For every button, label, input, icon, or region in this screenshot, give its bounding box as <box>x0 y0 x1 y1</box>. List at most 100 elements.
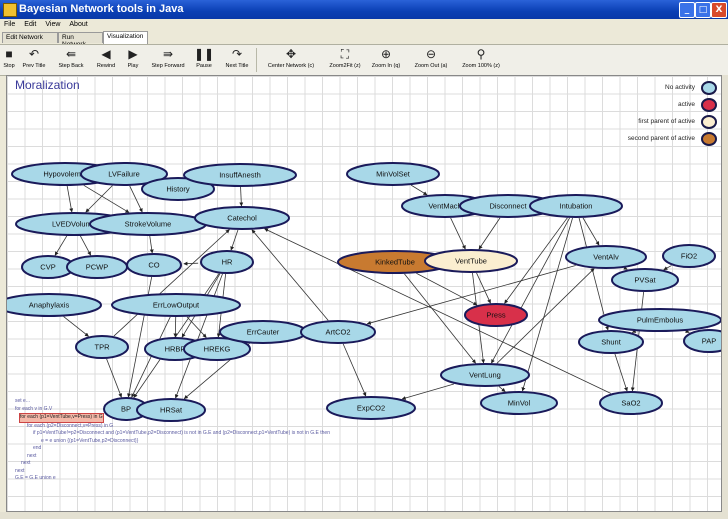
edge-venttube-press <box>476 272 491 304</box>
center-network-c-button[interactable]: ✥ Center Network (c) <box>259 45 323 75</box>
node-shunt[interactable]: Shunt <box>578 330 644 354</box>
node-label: ErrCauter <box>247 328 280 337</box>
zoom-out-a-button[interactable]: ⊖ Zoom Out (a) <box>408 45 454 75</box>
edge-hr-bp <box>133 273 220 398</box>
node-catechol[interactable]: Catechol <box>194 206 290 230</box>
edge-kinkedtube-ventlung <box>404 273 476 364</box>
prev-title-button[interactable]: ↶ Prev Title <box>17 45 51 75</box>
node-insuffanesth[interactable]: InsuffAnesth <box>183 163 297 187</box>
play-button[interactable]: ▶ Play <box>123 45 143 75</box>
stop-button[interactable]: ■ Stop <box>2 45 16 75</box>
node-label: History <box>166 185 190 194</box>
node-label: PCWP <box>86 263 109 272</box>
minimize-button[interactable]: _ <box>679 2 695 18</box>
tab-visualization[interactable]: Visualization <box>103 31 148 44</box>
node-label: Catechol <box>227 214 257 223</box>
node-pap[interactable]: PAP <box>683 329 722 353</box>
node-label: ExpCO2 <box>357 404 385 413</box>
legend-swatch <box>701 98 717 112</box>
node-co[interactable]: CO <box>126 253 182 277</box>
node-label: LVFailure <box>108 170 140 179</box>
node-ventlung[interactable]: VentLung <box>440 363 530 387</box>
edge-artco2-catechol <box>251 229 329 321</box>
close-button[interactable]: X <box>711 2 727 18</box>
node-label: InsuffAnesth <box>219 171 261 180</box>
edge-disconnect-venttube <box>478 217 501 250</box>
edge-minvolset-ventmach <box>410 184 428 196</box>
zoom-in-q-button[interactable]: ⊕ Zoom In (q) <box>367 45 405 75</box>
title-bar[interactable]: Bayesian Network tools in Java _ □ X <box>0 0 728 19</box>
legend-item-second-parent: second parent of active <box>581 131 721 148</box>
maximize-button[interactable]: □ <box>695 2 711 18</box>
toolbar-label: Zoom2Fit (z) <box>329 63 361 69</box>
vertical-scrollbar[interactable] <box>722 75 728 512</box>
toolbar-label: Prev Title <box>22 63 46 69</box>
redo-icon: ↷ <box>231 47 243 61</box>
toolbar-label: Step Back <box>58 63 84 69</box>
graph-canvas[interactable]: Hypovolemia LVFailure History InsuffAnesth L… <box>6 75 722 512</box>
edge-fio2-pvsat <box>663 265 672 271</box>
node-label: PVSat <box>634 276 656 285</box>
node-press[interactable]: Press <box>464 303 528 327</box>
edge-tpr-catechol <box>113 229 230 337</box>
rewind-button[interactable]: ◀ Rewind <box>92 45 120 75</box>
edge-ventalv-pvsat <box>623 266 628 270</box>
node-errcauter[interactable]: ErrCauter <box>219 320 307 344</box>
node-label: CVP <box>40 263 55 272</box>
node-ventalv[interactable]: VentAlv <box>565 245 647 269</box>
node-pvsat[interactable]: PVSat <box>611 268 679 292</box>
edge-shunt-sao2 <box>614 353 628 392</box>
node-label: VentAlv <box>593 253 619 262</box>
edge-insuffanesth-catechol <box>239 186 244 207</box>
node-strokevolume[interactable]: StrokeVolume <box>89 212 207 236</box>
code-line: set e... <box>15 398 31 404</box>
horizontal-scrollbar[interactable] <box>0 512 728 519</box>
zoom-100-icon: ⚲ <box>476 47 486 61</box>
step-forward-button[interactable]: ⇛ Step Forward <box>146 45 190 75</box>
tab-run-network[interactable]: Run Network <box>58 32 103 48</box>
node-label: MinVolSet <box>376 170 411 179</box>
zoom-100-z-button[interactable]: ⚲ Zoom 100% (z) <box>456 45 506 75</box>
window-title: Bayesian Network tools in Java <box>19 3 184 15</box>
edge-ventlung-minvol <box>498 386 506 393</box>
node-anaphylaxis[interactable]: Anaphylaxis <box>7 293 102 317</box>
node-label: StrokeVolume <box>125 220 172 229</box>
node-label: Press <box>486 311 505 320</box>
pause-button[interactable]: ❚❚ Pause <box>193 45 215 75</box>
zoom2fit-z-button[interactable]: ⛶ Zoom2Fit (z) <box>326 45 364 75</box>
node-minvolset[interactable]: MinVolSet <box>346 162 440 186</box>
node-sao2[interactable]: SaO2 <box>599 391 663 415</box>
node-minvol[interactable]: MinVol <box>480 391 558 415</box>
step-back-button[interactable]: ⇚ Step Back <box>53 45 89 75</box>
edge-pulmembolus-shunt <box>631 329 637 333</box>
toolbar-label: Zoom In (q) <box>371 63 401 69</box>
node-venttube[interactable]: VentTube <box>424 249 518 273</box>
node-artco2[interactable]: ArtCO2 <box>300 320 376 344</box>
menu-about[interactable]: About <box>65 19 92 28</box>
edge-intubation-ventlung <box>491 217 570 364</box>
menu-edit[interactable]: Edit <box>20 19 41 28</box>
node-fio2[interactable]: FiO2 <box>662 244 716 268</box>
node-pulmembolus[interactable]: PulmEmbolus <box>598 308 721 332</box>
node-expco2[interactable]: ExpCO2 <box>326 396 416 420</box>
menu-view[interactable]: View <box>41 19 65 28</box>
tab-edit-network[interactable]: Edit Network <box>2 32 58 43</box>
menu-file[interactable]: File <box>0 19 20 28</box>
node-errlowoutput[interactable]: ErrLowOutput <box>111 293 241 317</box>
legend-swatch <box>701 132 717 146</box>
next-title-button[interactable]: ↷ Next Title <box>218 45 256 75</box>
node-label: TPR <box>95 343 111 352</box>
zoom-fit-icon: ⛶ <box>340 47 350 61</box>
code-line: next <box>15 467 25 474</box>
node-label: HR <box>222 258 233 267</box>
node-hr[interactable]: HR <box>200 250 254 274</box>
node-label: HREKG <box>204 345 231 354</box>
code-line: next <box>27 452 37 459</box>
node-tpr[interactable]: TPR <box>75 335 129 359</box>
legend-item-first-parent: first parent of active <box>581 114 721 131</box>
legend: No activity active first parent of activ… <box>581 80 721 148</box>
node-pcwp[interactable]: PCWP <box>66 255 128 279</box>
toolbar-label: Zoom 100% (z) <box>462 63 500 69</box>
node-intubation[interactable]: Intubation <box>529 194 623 218</box>
edge-errlowoutput-hrekg <box>186 316 207 338</box>
